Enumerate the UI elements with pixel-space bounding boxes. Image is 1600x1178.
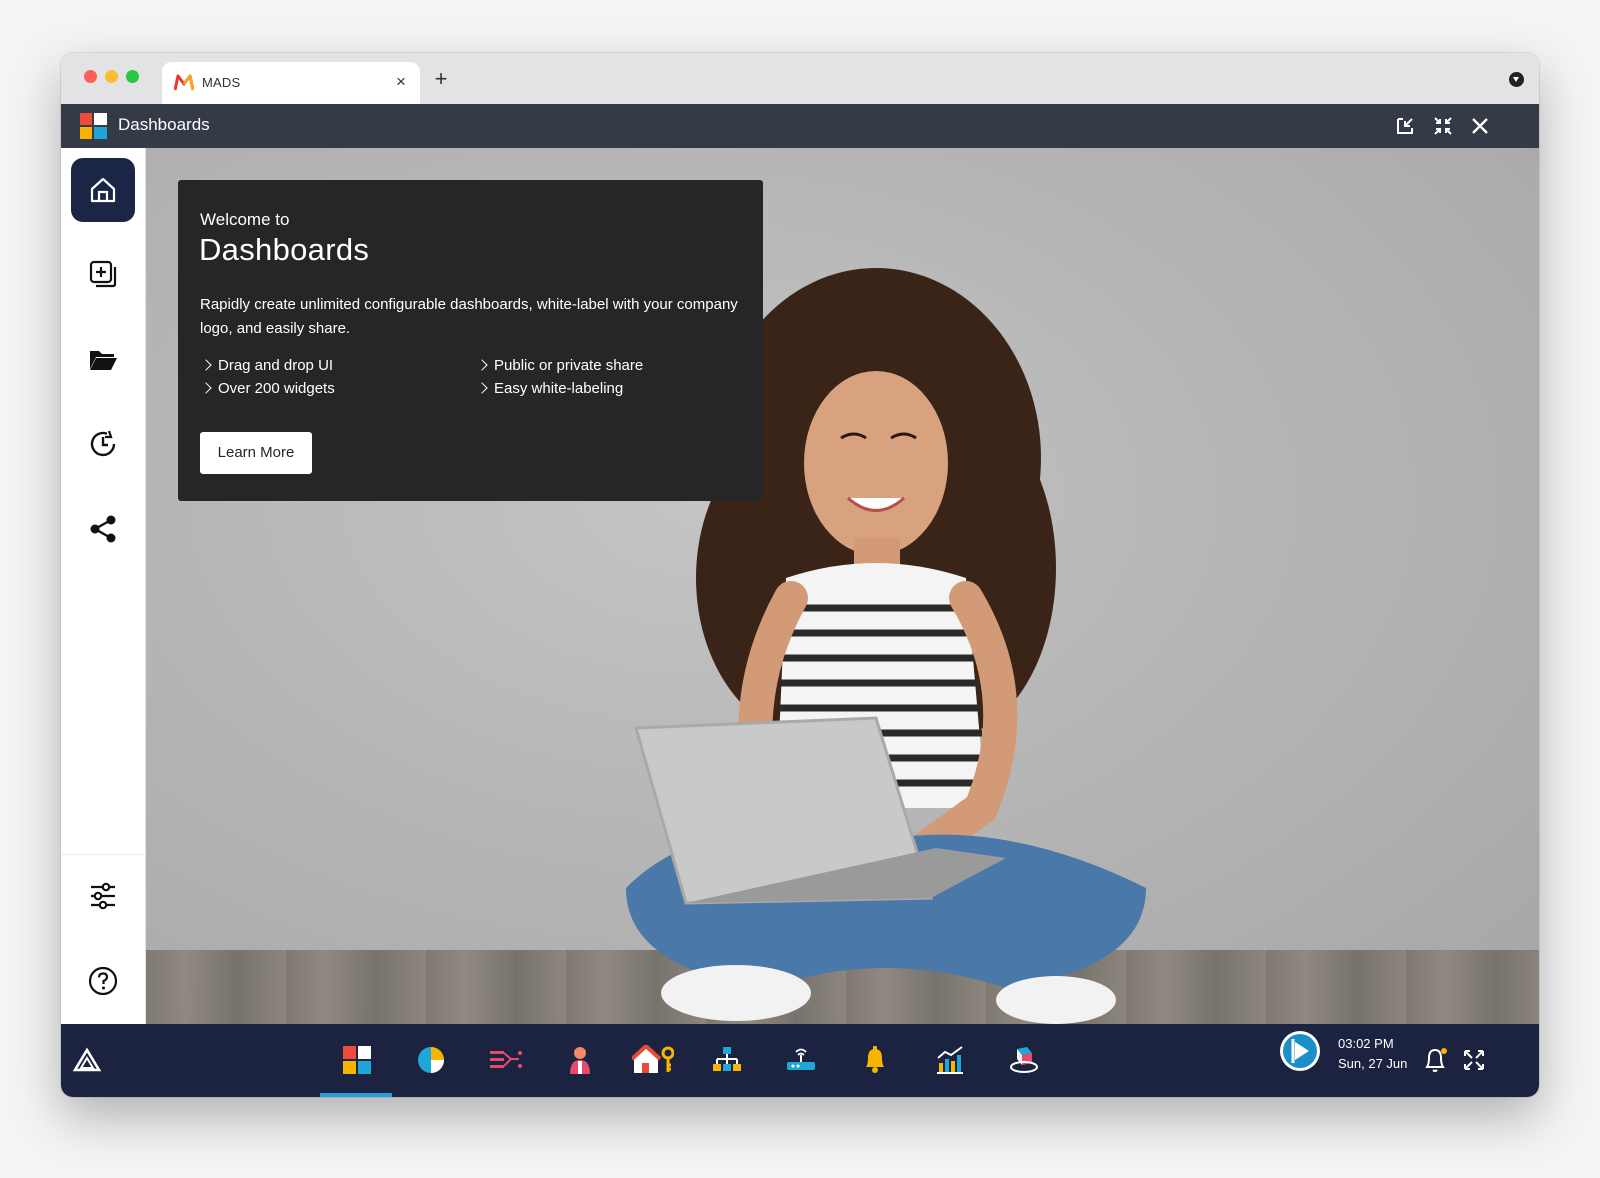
feature-item: Public or private share: [476, 357, 643, 374]
app-header: Dashboards: [61, 104, 1539, 148]
taskbar-app-alerts[interactable]: [851, 1036, 899, 1084]
minimize-window-button[interactable]: [105, 70, 118, 83]
pie-chart-app-icon: [418, 1047, 444, 1073]
new-tab-button[interactable]: +: [428, 66, 454, 92]
feature-item: Drag and drop UI: [200, 357, 333, 374]
app-title: Dashboards: [118, 115, 210, 134]
sidebar-item-settings[interactable]: [71, 864, 135, 928]
sidebar-item-home[interactable]: [71, 158, 135, 222]
dashboards-logo-icon: [80, 113, 107, 139]
feature-item: Over 200 widgets: [200, 380, 335, 397]
welcome-intro: Welcome to: [200, 210, 290, 229]
browser-window: MADS × + Dashboards Welcome to Dashboard…: [61, 53, 1539, 1097]
browser-chrome: MADS × +: [61, 53, 1539, 104]
chevron-right-icon: [200, 382, 212, 394]
taskbar-app-property[interactable]: [629, 1036, 677, 1084]
org-chart-app-icon: [713, 1047, 741, 1071]
flow-app-icon: [490, 1051, 522, 1068]
taskbar-app-reports[interactable]: [926, 1036, 974, 1084]
router-app-icon: [787, 1048, 815, 1070]
taskbar: 03:02 PM Sun, 27 Jun: [61, 1024, 1539, 1097]
taskbar-app-network[interactable]: [777, 1036, 825, 1084]
help-icon: [88, 966, 118, 996]
close-app-icon[interactable]: [1467, 113, 1493, 139]
growth-chart-app-icon: [937, 1046, 963, 1074]
user-avatar[interactable]: [1280, 1031, 1320, 1071]
home-icon: [90, 177, 116, 203]
chevron-right-icon: [476, 382, 488, 394]
sidebar-item-history[interactable]: [71, 412, 135, 476]
close-window-button[interactable]: [84, 70, 97, 83]
sidebar-item-open[interactable]: [71, 327, 135, 391]
mads-logo-icon: [174, 74, 194, 91]
taskbar-date: Sun, 27 Jun: [1338, 1056, 1408, 1071]
sidebar-item-new-dashboard[interactable]: [71, 242, 135, 306]
browser-tab[interactable]: MADS ×: [162, 62, 420, 104]
learn-more-button[interactable]: Learn More: [200, 432, 312, 474]
taskbar-app-inventory[interactable]: [1000, 1036, 1048, 1084]
main-content: Welcome to Dashboards Rapidly create unl…: [146, 148, 1539, 1024]
play-logo-icon: [1283, 1034, 1317, 1068]
welcome-card: Welcome to Dashboards Rapidly create unl…: [178, 180, 763, 501]
home-keys-app-icon: [632, 1045, 674, 1073]
taskbar-app-org[interactable]: [703, 1036, 751, 1084]
collapse-icon[interactable]: [1430, 113, 1456, 139]
welcome-description: Rapidly create unlimited configurable da…: [200, 296, 738, 337]
taskbar-time: 03:02 PM: [1338, 1036, 1394, 1051]
share-icon: [90, 515, 116, 543]
bell-app-icon: [866, 1046, 884, 1073]
taskbar-app-analytics[interactable]: [407, 1036, 455, 1084]
maximize-window-button[interactable]: [126, 70, 139, 83]
cubes-app-icon: [1010, 1047, 1038, 1073]
dashboards-app-icon: [343, 1046, 371, 1074]
sidebar-item-help[interactable]: [71, 949, 135, 1013]
history-icon: [90, 430, 116, 457]
chevron-right-icon: [200, 359, 212, 371]
taskbar-app-dashboards[interactable]: [333, 1036, 381, 1084]
tab-title: MADS: [202, 75, 241, 90]
sidebar-divider: [61, 854, 145, 855]
tab-close-button[interactable]: ×: [390, 71, 412, 93]
settings-sliders-icon: [91, 882, 115, 910]
person-app-icon: [570, 1047, 590, 1074]
chevron-right-icon: [476, 359, 488, 371]
folder-open-icon: [90, 351, 117, 370]
start-menu-icon[interactable]: [63, 1036, 111, 1084]
active-app-indicator: [320, 1093, 392, 1097]
taskbar-app-people[interactable]: [556, 1036, 604, 1084]
feature-item: Easy white-labeling: [476, 380, 623, 397]
pop-out-icon[interactable]: [1392, 113, 1418, 139]
sidebar-item-share[interactable]: [71, 497, 135, 561]
welcome-heading: Dashboards: [199, 232, 370, 267]
sidebar: [61, 148, 146, 1024]
taskbar-app-flow[interactable]: [482, 1036, 530, 1084]
fullscreen-icon[interactable]: [1450, 1036, 1498, 1084]
add-dashboard-icon: [89, 260, 117, 288]
browser-menu-icon[interactable]: [1509, 72, 1524, 87]
